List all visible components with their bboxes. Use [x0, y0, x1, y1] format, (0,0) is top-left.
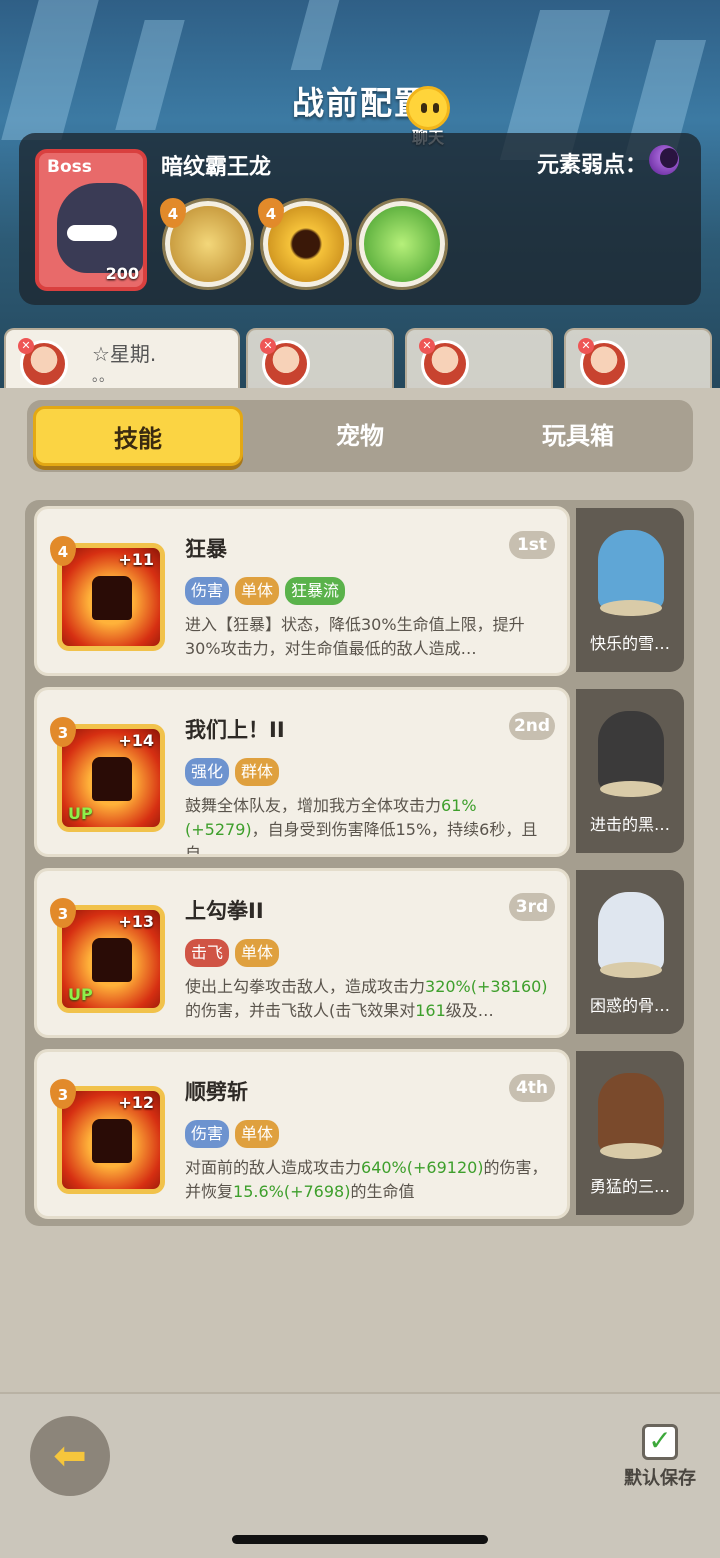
weakness-label: 元素弱点：: [536, 153, 647, 178]
trait-golden-emblem-icon[interactable]: 4: [160, 198, 251, 287]
default-save-label[interactable]: 默认保存: [620, 1464, 700, 1490]
chat-smiley-icon: [406, 86, 450, 130]
remove-icon[interactable]: ✕: [419, 338, 435, 354]
cleave-skill-icon: 3 +12: [50, 1079, 165, 1194]
skill-description: 使出上勾拳攻击敌人，造成攻击力320%(+38160)的伤害，并击飞敌人(击飞效…: [185, 977, 548, 1020]
back-arrow-icon: ⬅: [53, 1433, 87, 1479]
skill-tag: 击飞: [185, 939, 230, 967]
skill-plus: +12: [118, 1093, 154, 1112]
back-button[interactable]: ⬅: [30, 1416, 110, 1496]
skill-glyph: [92, 757, 132, 801]
skill-tag: 单体: [235, 577, 280, 605]
skill-level: 4: [50, 536, 76, 566]
skill-tag: 伤害: [185, 577, 230, 605]
skill-plus: +11: [118, 550, 154, 569]
skill-tag: 伤害: [185, 1120, 230, 1148]
skill-card-2[interactable]: 3 +14 UP 我们上！II 2nd 强化 群体 鼓舞全体队友，增加我方全体攻…: [34, 687, 570, 857]
skill-name: 上勾拳II: [185, 899, 264, 923]
pet-base: [600, 1143, 662, 1159]
pet-name: 进击的黑…: [589, 815, 670, 834]
skill-tag: 狂暴流: [285, 577, 346, 605]
skill-rank: 2nd: [509, 712, 555, 740]
dragon-portrait-icon: [57, 183, 143, 273]
trait-level: 4: [160, 198, 186, 228]
pet-slot-1[interactable]: 快乐的雪…: [576, 508, 684, 672]
boss-info-panel: Boss 200 暗纹霸王龙 元素弱点： 4 4: [19, 133, 701, 305]
home-indicator[interactable]: [232, 1535, 488, 1544]
skill-glyph: [92, 576, 132, 620]
team-tab-2[interactable]: ✕: [246, 328, 394, 390]
boss-name: 暗纹霸王龙: [161, 155, 272, 180]
pet-slot-3[interactable]: 困惑的骨…: [576, 870, 684, 1034]
skill-description: 鼓舞全体队友，增加我方全体攻击力61%(+5279)，自身受到伤害降低15%，持…: [185, 796, 538, 854]
pet-base: [600, 781, 662, 797]
skill-card-3[interactable]: 3 +13 UP 上勾拳II 3rd 击飞 单体 使出上勾拳攻击敌人，造成攻击力…: [34, 868, 570, 1038]
skill-tag: 单体: [235, 1120, 280, 1148]
skill-description: 对面前的敌人造成攻击力640%(+69120)的伤害，并恢复15.6%(+769…: [185, 1158, 548, 1201]
tab-skills[interactable]: 技能: [33, 406, 243, 466]
skill-upgrade-badge: UP: [68, 985, 93, 1004]
pet-figure-icon: [598, 1073, 664, 1153]
tab-pets[interactable]: 宠物: [255, 406, 465, 466]
skill-upgrade-badge: UP: [68, 804, 93, 823]
skill-name: 狂暴: [185, 537, 227, 561]
moon-icon[interactable]: [649, 145, 679, 175]
skill-tag: 群体: [235, 758, 280, 786]
skill-tags: 击飞 单体: [185, 939, 280, 967]
skill-plus: +13: [118, 912, 154, 931]
remove-icon[interactable]: ✕: [260, 338, 276, 354]
skill-name: 我们上！II: [185, 718, 285, 742]
skill-tag: 强化: [185, 758, 230, 786]
team-name-extra: 。。: [92, 369, 113, 385]
pet-base: [600, 600, 662, 616]
skill-glyph: [92, 1119, 132, 1163]
trait-green-slime-icon[interactable]: [359, 201, 445, 287]
skill-tags: 伤害 单体 狂暴流: [185, 577, 346, 605]
default-save-checkbox[interactable]: ✓: [642, 1424, 678, 1460]
tab-toybox[interactable]: 玩具箱: [473, 406, 683, 466]
pet-slot-2[interactable]: 进击的黑…: [576, 689, 684, 853]
page-title: 战前配置: [291, 84, 428, 122]
team-tab-3[interactable]: ✕: [405, 328, 553, 390]
skill-card-1[interactable]: 4 +11 狂暴 1st 伤害 单体 狂暴流 进入【狂暴】状态，降低30%生命值…: [34, 506, 570, 676]
bottom-bar: [0, 1392, 720, 1558]
pet-figure-icon: [598, 530, 664, 610]
skill-tags: 伤害 单体: [185, 1120, 280, 1148]
skill-level: 3: [50, 898, 76, 928]
boss-badge: Boss: [47, 157, 92, 177]
trait-level: 4: [258, 198, 284, 228]
pet-name: 困惑的骨…: [589, 996, 670, 1015]
skill-rank: 4th: [509, 1074, 555, 1102]
skill-tags: 强化 群体: [185, 758, 280, 786]
pet-name: 快乐的雪…: [589, 634, 670, 653]
pet-figure-icon: [598, 711, 664, 791]
remove-icon[interactable]: ✕: [18, 338, 34, 354]
skill-glyph: [92, 938, 132, 982]
rally-skill-icon: 3 +14 UP: [50, 717, 165, 832]
skill-name: 顺劈斩: [185, 1080, 248, 1104]
skill-plus: +14: [118, 731, 154, 750]
trait-golden-ring-icon[interactable]: 4: [258, 198, 349, 287]
skill-tag: 单体: [235, 939, 280, 967]
team-name: ☆星期.: [92, 342, 157, 366]
skill-rank: 3rd: [509, 893, 555, 921]
berserk-skill-icon: 4 +11: [50, 536, 165, 651]
remove-icon[interactable]: ✕: [578, 338, 594, 354]
pet-slot-4[interactable]: 勇猛的三…: [576, 1051, 684, 1215]
skill-level: 3: [50, 1079, 76, 1109]
uppercut-skill-icon: 3 +13 UP: [50, 898, 165, 1013]
category-tabbar: 技能 宠物 玩具箱: [27, 400, 693, 472]
pet-base: [600, 962, 662, 978]
skill-card-4[interactable]: 3 +12 顺劈斩 4th 伤害 单体 对面前的敌人造成攻击力640%(+691…: [34, 1049, 570, 1219]
pet-name: 勇猛的三…: [589, 1177, 670, 1196]
skill-rank: 1st: [509, 531, 555, 559]
skill-level: 3: [50, 717, 76, 747]
team-tab-1[interactable]: ✕ ☆星期. 。。: [4, 328, 240, 390]
pet-figure-icon: [598, 892, 664, 972]
team-tab-4[interactable]: ✕: [564, 328, 712, 390]
boss-level: 200: [105, 264, 139, 283]
boss-card[interactable]: Boss 200: [35, 149, 147, 291]
skill-description: 进入【狂暴】状态，降低30%生命值上限，提升30%攻击力，对生命值最低的敌人造成…: [185, 615, 525, 658]
